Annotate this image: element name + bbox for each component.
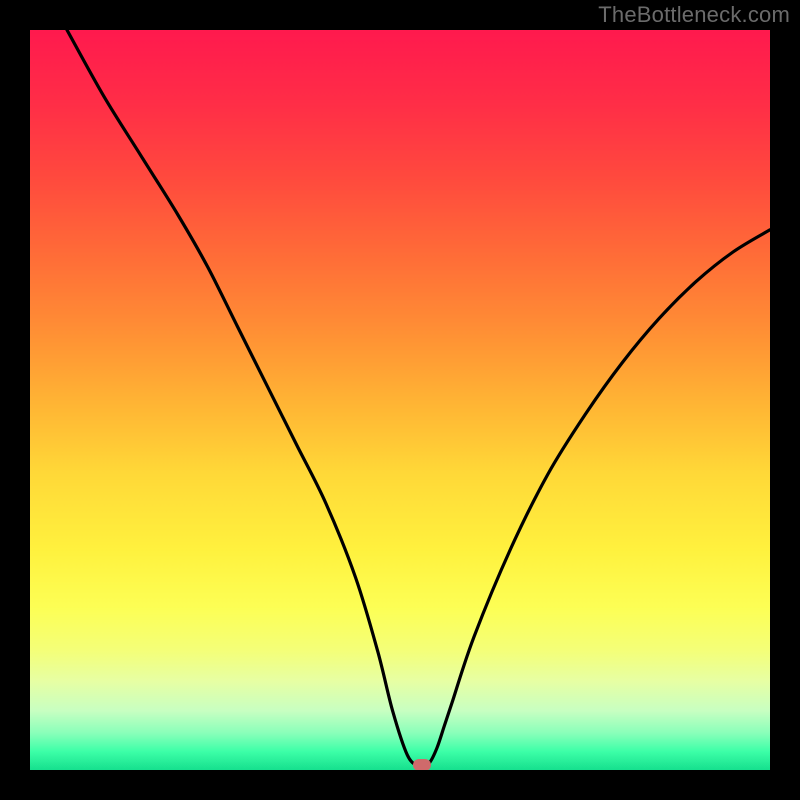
curve-layer — [30, 30, 770, 770]
chart-frame: TheBottleneck.com — [0, 0, 800, 800]
plot-area — [30, 30, 770, 770]
bottleneck-curve — [67, 30, 770, 767]
optimum-marker — [413, 759, 431, 770]
watermark-text: TheBottleneck.com — [598, 2, 790, 28]
